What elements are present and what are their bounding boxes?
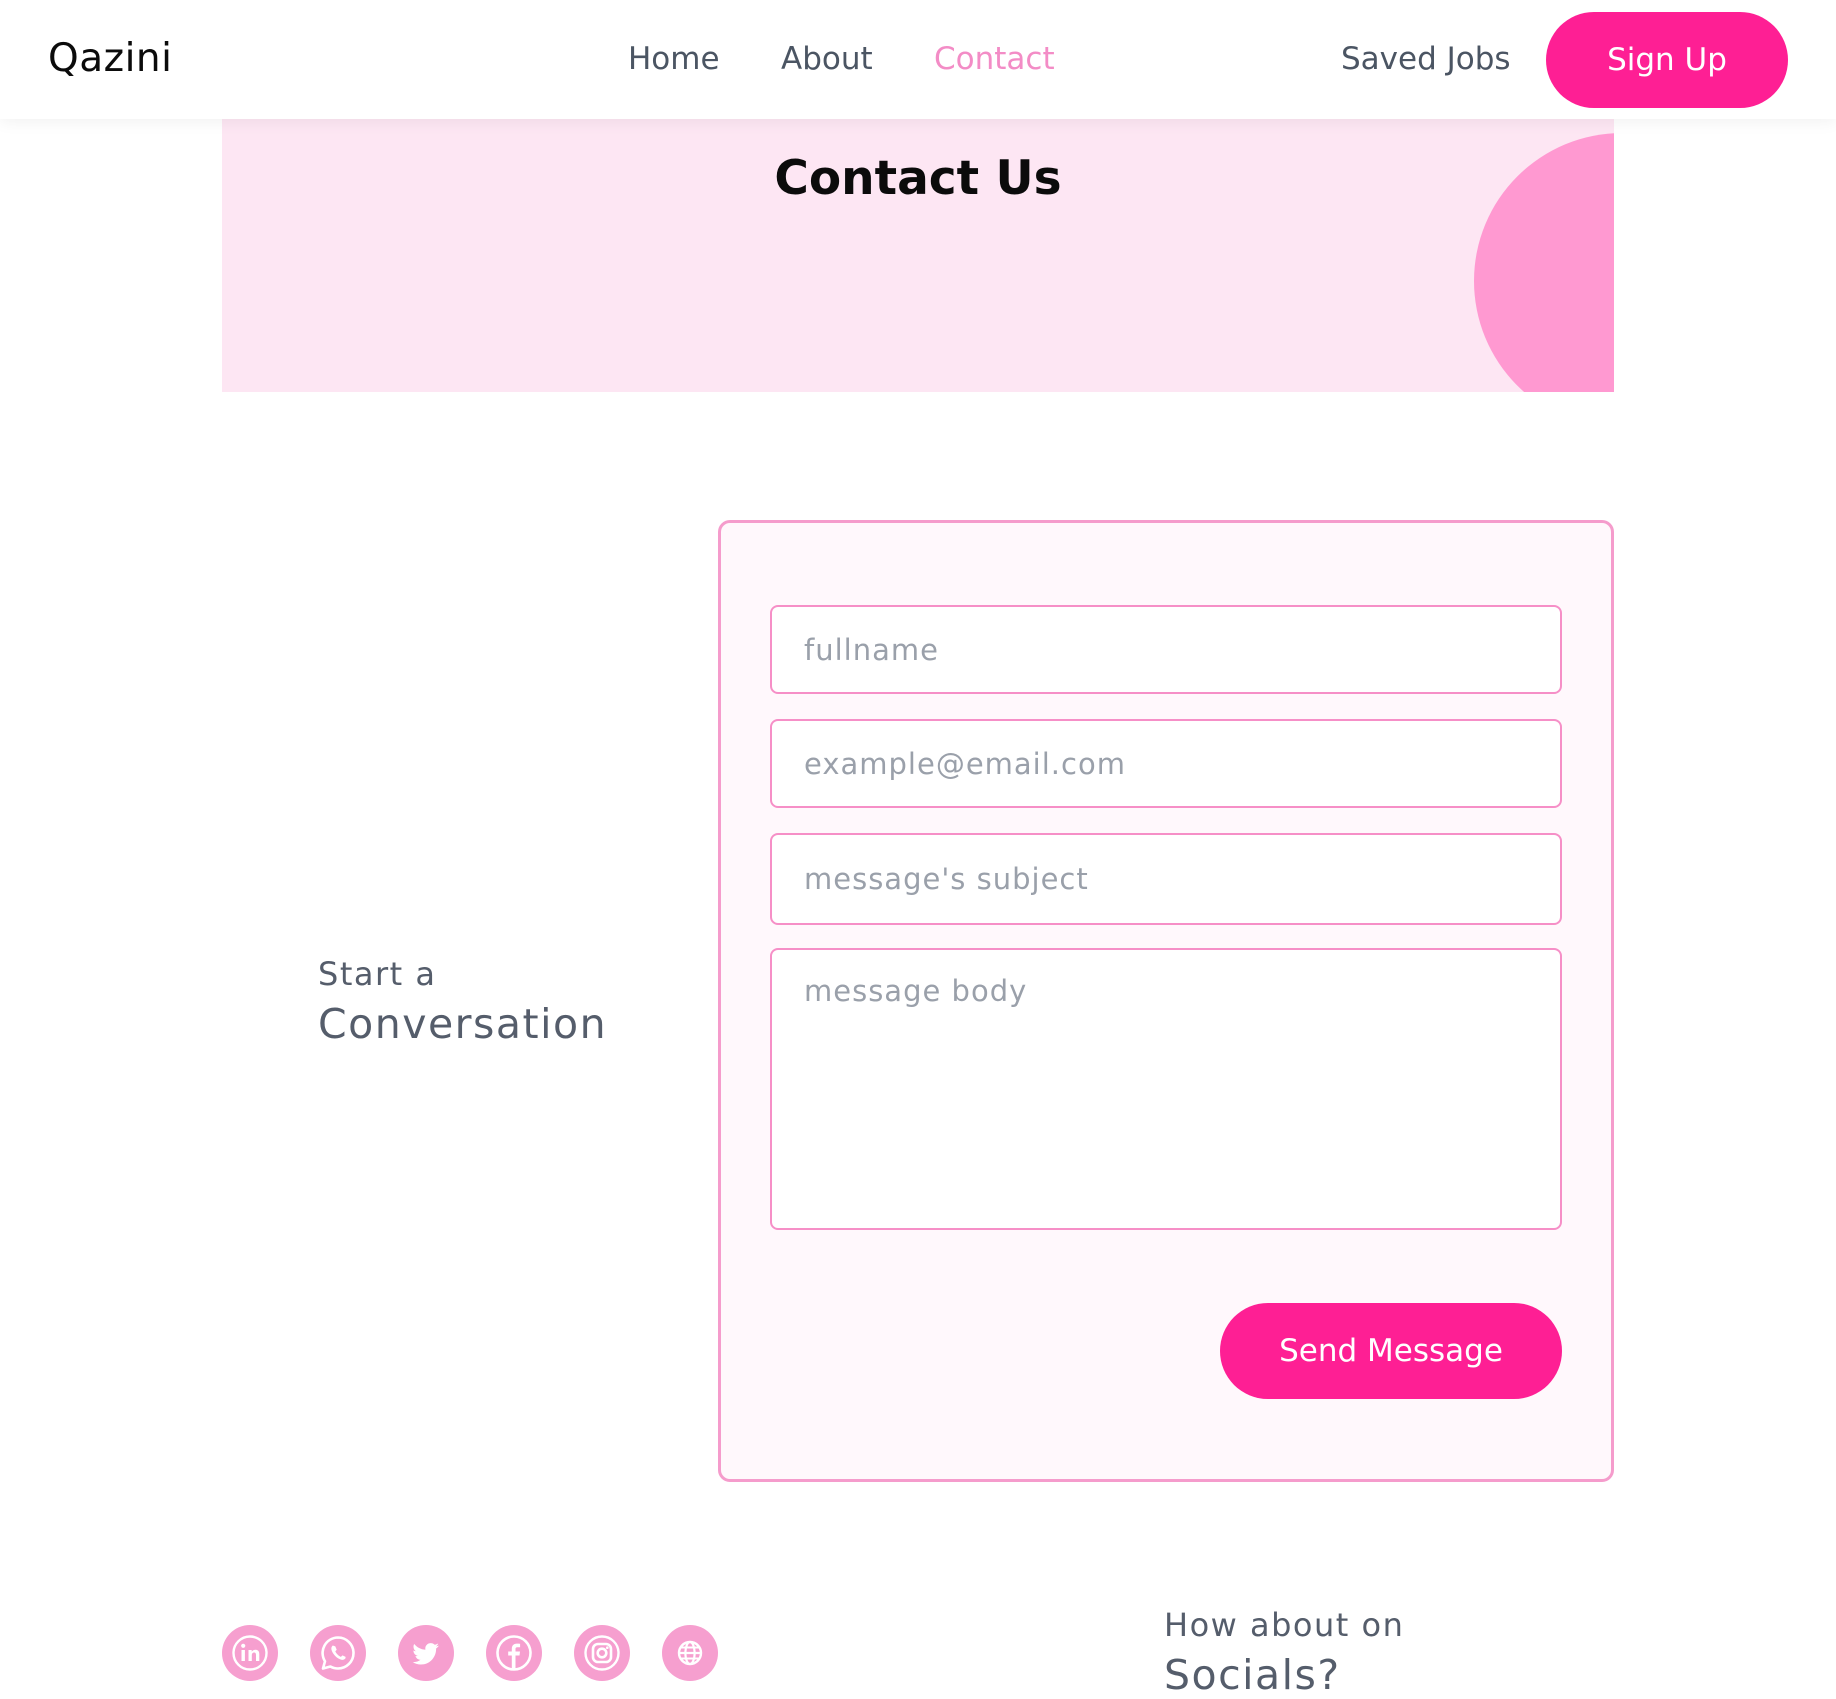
email-input[interactable]: [770, 719, 1562, 808]
fullname-input[interactable]: [770, 605, 1562, 694]
brand-logo[interactable]: Qazini: [48, 36, 172, 82]
send-message-button[interactable]: Send Message: [1220, 1303, 1562, 1399]
navbar: Qazini Home About Contact Saved Jobs Sig…: [0, 0, 1836, 119]
socials-subheading: How about on: [1164, 1606, 1405, 1644]
nav-link-about[interactable]: About: [781, 41, 873, 77]
socials-heading: Socials?: [1164, 1651, 1341, 1699]
whatsapp-icon[interactable]: [310, 1625, 366, 1681]
conversation-subheading: Start a: [318, 955, 437, 993]
twitter-icon[interactable]: [398, 1625, 454, 1681]
hero-banner: Contact Us: [222, 119, 1614, 392]
globe-icon[interactable]: [662, 1625, 718, 1681]
facebook-icon[interactable]: [486, 1625, 542, 1681]
nav-link-saved-jobs[interactable]: Saved Jobs: [1341, 41, 1511, 77]
nav-link-contact[interactable]: Contact: [934, 41, 1055, 77]
page-title: Contact Us: [774, 151, 1062, 206]
sign-up-button[interactable]: Sign Up: [1546, 12, 1788, 108]
nav-link-home[interactable]: Home: [628, 41, 720, 77]
linkedin-icon[interactable]: [222, 1625, 278, 1681]
contact-form: Send Message: [718, 520, 1614, 1482]
conversation-heading: Conversation: [318, 1000, 608, 1048]
instagram-icon[interactable]: [574, 1625, 630, 1681]
message-body-textarea[interactable]: [770, 948, 1562, 1230]
subject-input[interactable]: [770, 833, 1562, 925]
